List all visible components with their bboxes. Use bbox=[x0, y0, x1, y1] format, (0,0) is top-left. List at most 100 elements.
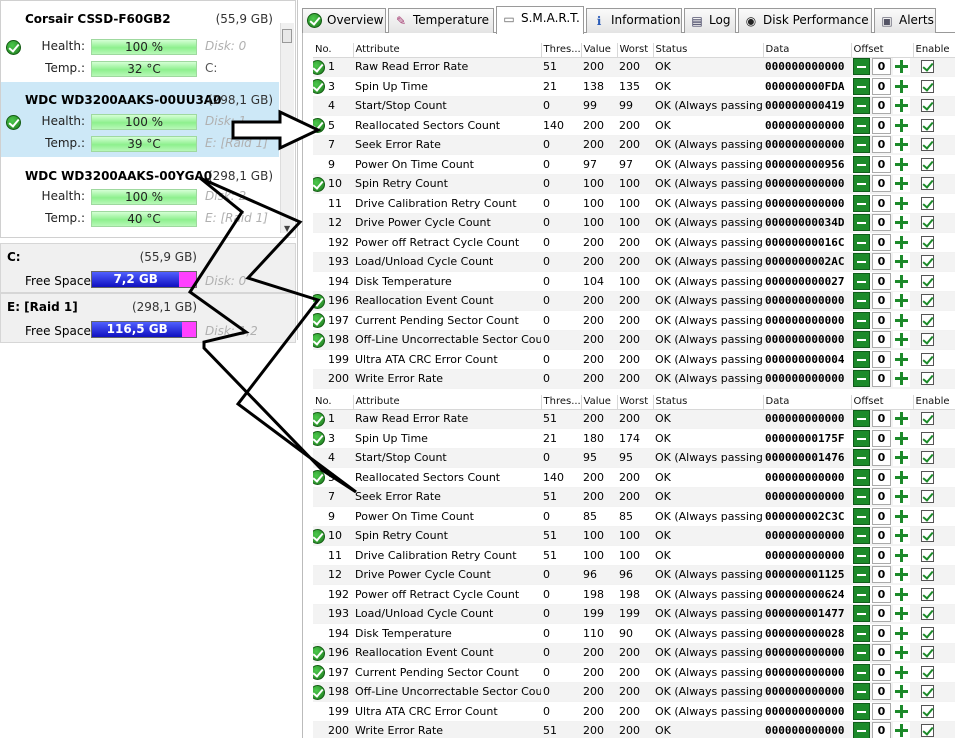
enable-checkbox[interactable] bbox=[921, 157, 934, 171]
table-row[interactable]: 11 Drive Calibration Retry Count 0 100 100 OK… bbox=[313, 193, 955, 214]
offset-plus-button[interactable] bbox=[893, 605, 910, 623]
table-row[interactable]: 5 Reallocated Sectors Count 140 200 200 OK 000… bbox=[313, 467, 955, 488]
table-row[interactable]: 1 Raw Read Error Rate 51 200 200 OK 0000000000… bbox=[313, 57, 955, 77]
offset-minus-button[interactable] bbox=[853, 468, 870, 486]
table-row[interactable]: 5 Reallocated Sectors Count 140 200 200 OK 000… bbox=[313, 115, 955, 136]
offset-minus-button[interactable] bbox=[853, 370, 870, 388]
offset-value[interactable]: 0 bbox=[872, 175, 891, 193]
col-worst-header[interactable]: Worst bbox=[617, 395, 654, 410]
enable-checkbox[interactable] bbox=[921, 196, 934, 210]
enable-checkbox[interactable] bbox=[921, 294, 934, 308]
offset-minus-button[interactable] bbox=[853, 605, 870, 623]
offset-value[interactable]: 0 bbox=[872, 449, 891, 467]
table-row[interactable]: 194 Disk Temperature 0 110 90 OK (Always pass… bbox=[313, 623, 955, 644]
offset-value[interactable]: 0 bbox=[872, 468, 891, 486]
offset-plus-button[interactable] bbox=[893, 136, 910, 154]
enable-checkbox[interactable] bbox=[921, 412, 934, 426]
offset-value[interactable]: 0 bbox=[872, 58, 891, 76]
enable-checkbox[interactable] bbox=[921, 372, 934, 386]
col-threshold-header[interactable]: Thres... bbox=[541, 395, 582, 410]
offset-plus-button[interactable] bbox=[893, 429, 910, 447]
offset-plus-button[interactable] bbox=[893, 527, 910, 545]
col-attribute-header[interactable]: Attribute bbox=[353, 43, 542, 58]
offset-value[interactable]: 0 bbox=[872, 605, 891, 623]
offset-value[interactable]: 0 bbox=[872, 488, 891, 506]
offset-minus-button[interactable] bbox=[853, 683, 870, 701]
col-offset-header[interactable]: Offset bbox=[851, 395, 914, 410]
offset-value[interactable]: 0 bbox=[872, 116, 891, 134]
enable-checkbox[interactable] bbox=[921, 79, 934, 93]
offset-plus-button[interactable] bbox=[893, 410, 910, 428]
tab-alerts[interactable]: ▣ Alerts bbox=[874, 8, 936, 33]
enable-checkbox[interactable] bbox=[921, 99, 934, 113]
offset-value[interactable]: 0 bbox=[872, 546, 891, 564]
col-offset-header[interactable]: Offset bbox=[851, 43, 914, 58]
offset-plus-button[interactable] bbox=[893, 507, 910, 525]
offset-value[interactable]: 0 bbox=[872, 644, 891, 662]
offset-value[interactable]: 0 bbox=[872, 507, 891, 525]
table-row[interactable]: 4 Start/Stop Count 0 99 99 OK (Always passing… bbox=[313, 96, 955, 116]
offset-minus-button[interactable] bbox=[853, 527, 870, 545]
col-no-header[interactable]: No. bbox=[313, 395, 354, 410]
offset-minus-button[interactable] bbox=[853, 429, 870, 447]
offset-minus-button[interactable] bbox=[853, 585, 870, 603]
offset-value[interactable]: 0 bbox=[872, 331, 891, 349]
offset-plus-button[interactable] bbox=[893, 370, 910, 388]
offset-value[interactable]: 0 bbox=[872, 233, 891, 251]
offset-value[interactable]: 0 bbox=[872, 136, 891, 154]
offset-plus-button[interactable] bbox=[893, 350, 910, 368]
offset-value[interactable]: 0 bbox=[872, 97, 891, 115]
offset-value[interactable]: 0 bbox=[872, 683, 891, 701]
tab-smart[interactable]: ▭ S.M.A.R.T. bbox=[496, 6, 584, 34]
enable-checkbox[interactable] bbox=[921, 607, 934, 621]
table-row[interactable]: 3 Spin Up Time 21 138 135 OK 000000000FDA 0 bbox=[313, 76, 955, 97]
table-row[interactable]: 12 Drive Power Cycle Count 0 96 96 OK (Always… bbox=[313, 565, 955, 585]
volume-card-0[interactable]: C: (55,9 GB) Free Space 7,2 GB Disk: 0 bbox=[0, 243, 296, 293]
offset-value[interactable]: 0 bbox=[872, 429, 891, 447]
offset-value[interactable]: 0 bbox=[872, 214, 891, 232]
offset-plus-button[interactable] bbox=[893, 546, 910, 564]
offset-minus-button[interactable] bbox=[853, 194, 870, 212]
offset-minus-button[interactable] bbox=[853, 449, 870, 467]
table-row[interactable]: 200 Write Error Rate 0 200 200 OK (Always pas… bbox=[313, 369, 955, 389]
col-value-header[interactable]: Value bbox=[581, 395, 618, 410]
table-row[interactable]: 199 Ultra ATA CRC Error Count 0 200 200 OK (A… bbox=[313, 349, 955, 370]
offset-minus-button[interactable] bbox=[853, 410, 870, 428]
disk-card-2[interactable]: WDC WD3200AAKS-00YGA0 (298,1 GB) Health:… bbox=[1, 158, 279, 233]
offset-minus-button[interactable] bbox=[853, 272, 870, 290]
scrollbar-thumb[interactable] bbox=[282, 29, 292, 43]
col-data-header[interactable]: Data bbox=[763, 395, 852, 410]
table-row[interactable]: 7 Seek Error Rate 51 200 200 OK 000000000000 0 bbox=[313, 487, 955, 507]
enable-checkbox[interactable] bbox=[921, 568, 934, 582]
offset-plus-button[interactable] bbox=[893, 644, 910, 662]
offset-plus-button[interactable] bbox=[893, 624, 910, 642]
enable-checkbox[interactable] bbox=[921, 665, 934, 679]
offset-minus-button[interactable] bbox=[853, 350, 870, 368]
volume-card-1[interactable]: E: [Raid 1] (298,1 GB) Free Space 116,5 … bbox=[0, 293, 296, 343]
enable-checkbox[interactable] bbox=[921, 118, 934, 132]
col-threshold-header[interactable]: Thres... bbox=[541, 43, 582, 58]
table-row[interactable]: 12 Drive Power Cycle Count 0 100 100 OK (Alwa… bbox=[313, 213, 955, 233]
enable-checkbox[interactable] bbox=[921, 138, 934, 152]
col-no-header[interactable]: No. bbox=[313, 43, 354, 58]
tab-overview[interactable]: Overview bbox=[302, 8, 386, 33]
offset-plus-button[interactable] bbox=[893, 155, 910, 173]
table-row[interactable]: 192 Power off Retract Cycle Count 0 200 200 O… bbox=[313, 232, 955, 253]
offset-value[interactable]: 0 bbox=[872, 253, 891, 271]
offset-minus-button[interactable] bbox=[853, 624, 870, 642]
table-row[interactable]: 7 Seek Error Rate 0 200 200 OK (Always passin… bbox=[313, 135, 955, 155]
table-row[interactable]: 9 Power On Time Count 0 97 97 OK (Always pass… bbox=[313, 154, 955, 175]
enable-checkbox[interactable] bbox=[921, 529, 934, 543]
offset-plus-button[interactable] bbox=[893, 449, 910, 467]
offset-value[interactable]: 0 bbox=[872, 566, 891, 584]
table-row[interactable]: 10 Spin Retry Count 0 100 100 OK (Always pass… bbox=[313, 174, 955, 194]
disk-card-0[interactable]: Corsair CSSD-F60GB2 (55,9 GB) Health: 10… bbox=[1, 1, 279, 77]
enable-checkbox[interactable] bbox=[921, 470, 934, 484]
table-row[interactable]: 196 Reallocation Event Count 0 200 200 OK (Al… bbox=[313, 291, 955, 311]
enable-checkbox[interactable] bbox=[921, 451, 934, 465]
offset-plus-button[interactable] bbox=[893, 194, 910, 212]
offset-plus-button[interactable] bbox=[893, 175, 910, 193]
table-row[interactable]: 4 Start/Stop Count 0 95 95 OK (Always passing… bbox=[313, 448, 955, 468]
offset-minus-button[interactable] bbox=[853, 155, 870, 173]
offset-minus-button[interactable] bbox=[853, 488, 870, 506]
